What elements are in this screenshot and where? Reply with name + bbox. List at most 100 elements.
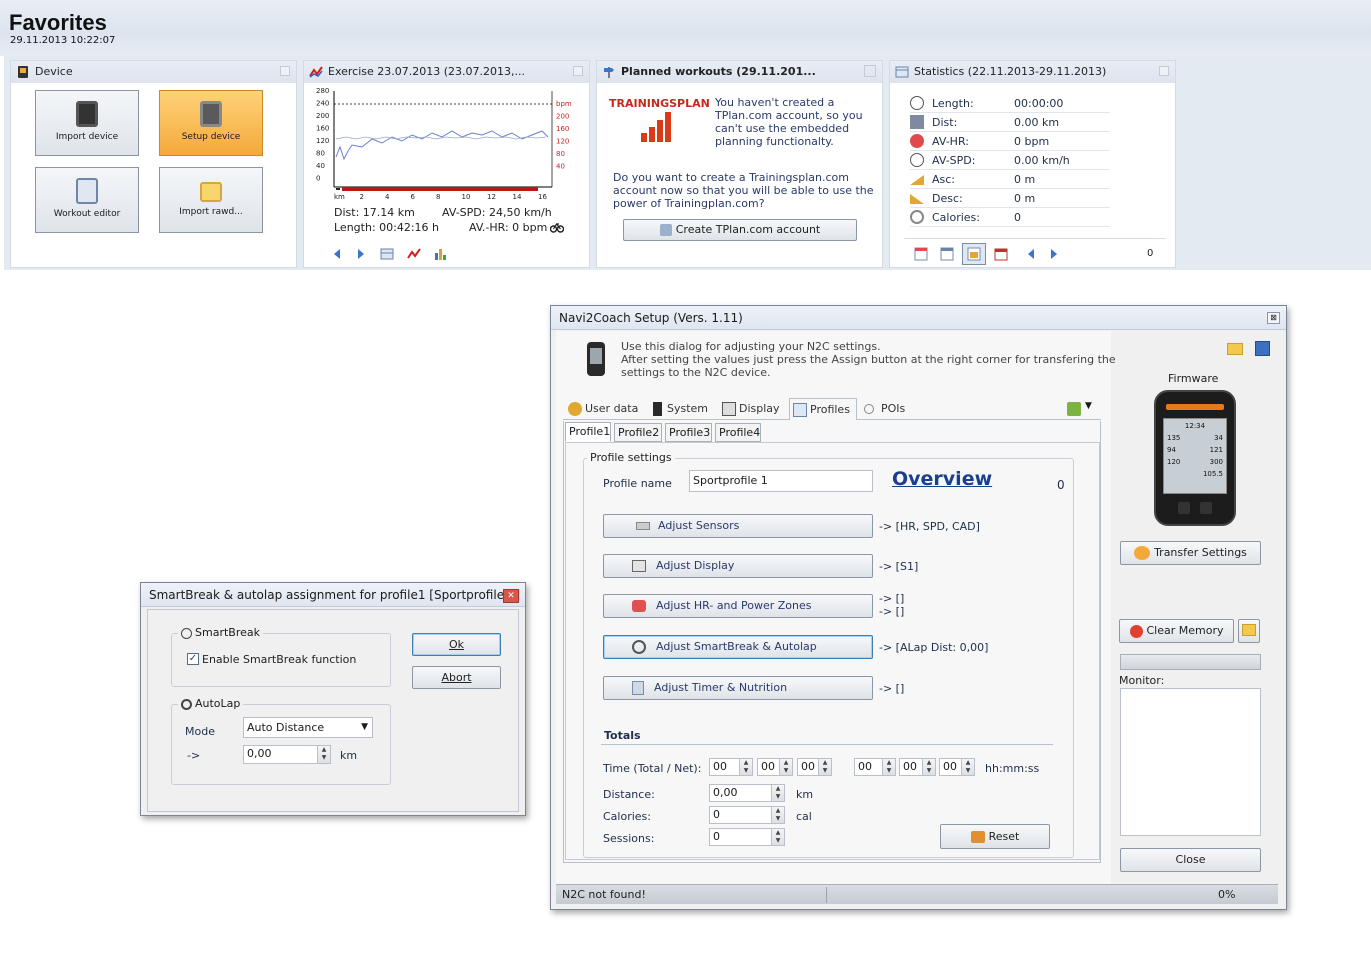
trainingsplan-logo-icon <box>641 112 671 142</box>
autolap-group-label: AutoLap <box>178 697 244 710</box>
grid-icon <box>722 402 736 416</box>
clear-memory-button[interactable]: Clear Memory <box>1119 619 1234 643</box>
spin-icon[interactable]: ▲ ▼ <box>739 758 753 776</box>
sensor-icon <box>636 522 650 530</box>
spin-icon[interactable]: ▲ ▼ <box>771 784 785 802</box>
time-net-minutes[interactable]: 00 <box>899 758 924 776</box>
tools-icon[interactable] <box>864 65 876 77</box>
workout-editor-tile[interactable]: Workout editor <box>35 167 139 233</box>
ascent-icon <box>910 175 924 185</box>
distance-input[interactable]: 0,00 <box>709 784 773 802</box>
spin-icon[interactable]: ▲ ▼ <box>771 806 785 824</box>
smartbreak-dialog: SmartBreak & autolap assignment for prof… <box>140 582 526 816</box>
bar-chart-icon[interactable] <box>434 247 448 261</box>
device-screen: 12:34 135 34 94 121 120 300 105.5 <box>1163 418 1227 494</box>
setup-device-tile[interactable]: Setup device <box>159 90 263 156</box>
tab-profile1[interactable]: Profile1 <box>565 422 611 442</box>
x-tick-label: 4 <box>385 193 390 201</box>
spin-icon[interactable]: ▲ ▼ <box>961 758 975 776</box>
tab-system[interactable]: System <box>647 398 715 420</box>
device-brand-bar <box>1166 404 1224 410</box>
table-view-icon[interactable] <box>380 247 394 261</box>
folder-icon[interactable] <box>1227 343 1243 355</box>
abort-button[interactable]: Abort <box>412 666 501 689</box>
tile-label: Workout editor <box>53 209 121 219</box>
next-icon[interactable] <box>1047 247 1061 261</box>
close-button[interactable]: Close <box>1120 848 1261 872</box>
create-account-button[interactable]: Create TPlan.com account <box>623 219 857 241</box>
smartbreak-group-label: SmartBreak <box>178 626 263 639</box>
next-icon[interactable] <box>354 247 368 261</box>
zones-result-1: -> [] <box>879 592 905 605</box>
device-button <box>1178 502 1190 514</box>
transfer-settings-button[interactable]: Transfer Settings <box>1120 541 1261 565</box>
close-icon[interactable]: ⊠ <box>1267 312 1280 324</box>
y-tick-label: 80 <box>316 150 325 158</box>
exercise-avspd: AV-SPD: 24,50 km/h <box>442 206 552 219</box>
device-icon <box>587 342 605 376</box>
pin-icon[interactable] <box>280 66 290 76</box>
tab-profile3[interactable]: Profile3 <box>665 423 712 442</box>
adjust-timer-button[interactable]: Adjust Timer & Nutrition <box>603 676 873 700</box>
mode-select-value: Auto Distance <box>247 721 325 734</box>
open-folder-button[interactable] <box>1238 619 1260 643</box>
import-device-tile[interactable]: Import device <box>35 90 139 156</box>
reset-button[interactable]: Reset <box>940 824 1050 849</box>
pin-icon[interactable] <box>573 66 583 76</box>
previous-icon[interactable] <box>330 247 344 261</box>
smartbreak-dialog-title: SmartBreak & autolap assignment for prof… <box>141 583 525 607</box>
tab-profiles[interactable]: Profiles <box>789 398 857 420</box>
mode-select[interactable]: Auto Distance ▼ <box>243 717 373 738</box>
month-view-button[interactable] <box>962 243 986 265</box>
tab-user-data[interactable]: User data <box>565 398 641 420</box>
adjust-zones-button[interactable]: Adjust HR- and Power Zones <box>603 594 873 618</box>
adjust-sensors-button[interactable]: Adjust Sensors <box>603 514 873 538</box>
setup-tabs: User data System Display Profiles POIs ▼ <box>563 398 1101 420</box>
week-view-icon[interactable] <box>940 247 954 261</box>
spin-icon[interactable]: ▲ ▼ <box>818 758 832 776</box>
device-icon <box>76 101 98 127</box>
autolap-distance-input[interactable]: 0,00 <box>243 745 319 764</box>
x-tick-label: km <box>334 193 345 201</box>
enable-smartbreak-checkbox[interactable]: ✓ <box>187 653 199 665</box>
tab-pois[interactable]: POIs <box>861 398 919 420</box>
profile-name-input[interactable]: Sportprofile 1 <box>689 470 873 492</box>
distance-unit: km <box>796 788 814 801</box>
tab-profile4[interactable]: Profile4 <box>715 423 761 442</box>
tab-profile2[interactable]: Profile2 <box>614 423 662 442</box>
calendar-icon[interactable] <box>994 247 1008 261</box>
import-rawdata-tile[interactable]: Import rawd... <box>159 167 263 233</box>
close-icon[interactable]: ✕ <box>503 589 519 603</box>
adjust-smartbreak-button[interactable]: Adjust SmartBreak & Autolap <box>603 635 873 659</box>
stats-count: 0 <box>1147 248 1154 259</box>
device-panel-title: Device <box>35 65 73 78</box>
export-dropdown-button[interactable]: ▼ <box>1067 401 1095 417</box>
spin-icon[interactable]: ▲ ▼ <box>922 758 936 776</box>
spin-icon[interactable]: ▲ ▼ <box>882 758 896 776</box>
planned-panel-header: Planned workouts (29.11.201... <box>597 61 882 83</box>
ok-button[interactable]: Ok <box>412 633 501 656</box>
spin-icon[interactable]: ▲ ▼ <box>317 745 331 764</box>
intro-line-1: Use this dialog for adjusting your N2C s… <box>621 340 881 353</box>
stopwatch-icon <box>910 96 924 110</box>
overview-link[interactable]: Overview <box>892 468 992 490</box>
table-icon <box>895 66 909 78</box>
progress-bar <box>1120 654 1261 670</box>
tab-display[interactable]: Display <box>719 398 785 420</box>
setup-icon <box>200 101 222 127</box>
graph-view-icon[interactable] <box>407 247 421 261</box>
sessions-input[interactable]: 0 <box>709 828 773 846</box>
previous-icon[interactable] <box>1024 247 1038 261</box>
monitor-textarea[interactable] <box>1120 688 1261 836</box>
exercise-panel-title: Exercise 23.07.2013 (23.07.2013,... <box>328 65 526 78</box>
calories-input[interactable]: 0 <box>709 806 773 824</box>
spin-icon[interactable]: ▲ ▼ <box>779 758 793 776</box>
day-view-icon[interactable] <box>914 247 928 261</box>
monitor-label: Monitor: <box>1119 674 1165 687</box>
spin-icon[interactable]: ▲ ▼ <box>771 828 785 846</box>
save-icon[interactable] <box>1255 341 1270 356</box>
pin-icon[interactable] <box>1159 66 1169 76</box>
time-total-hours[interactable]: 00 <box>709 758 742 776</box>
adjust-display-button[interactable]: Adjust Display <box>603 554 873 578</box>
time-unit: hh:mm:ss <box>985 762 1040 775</box>
